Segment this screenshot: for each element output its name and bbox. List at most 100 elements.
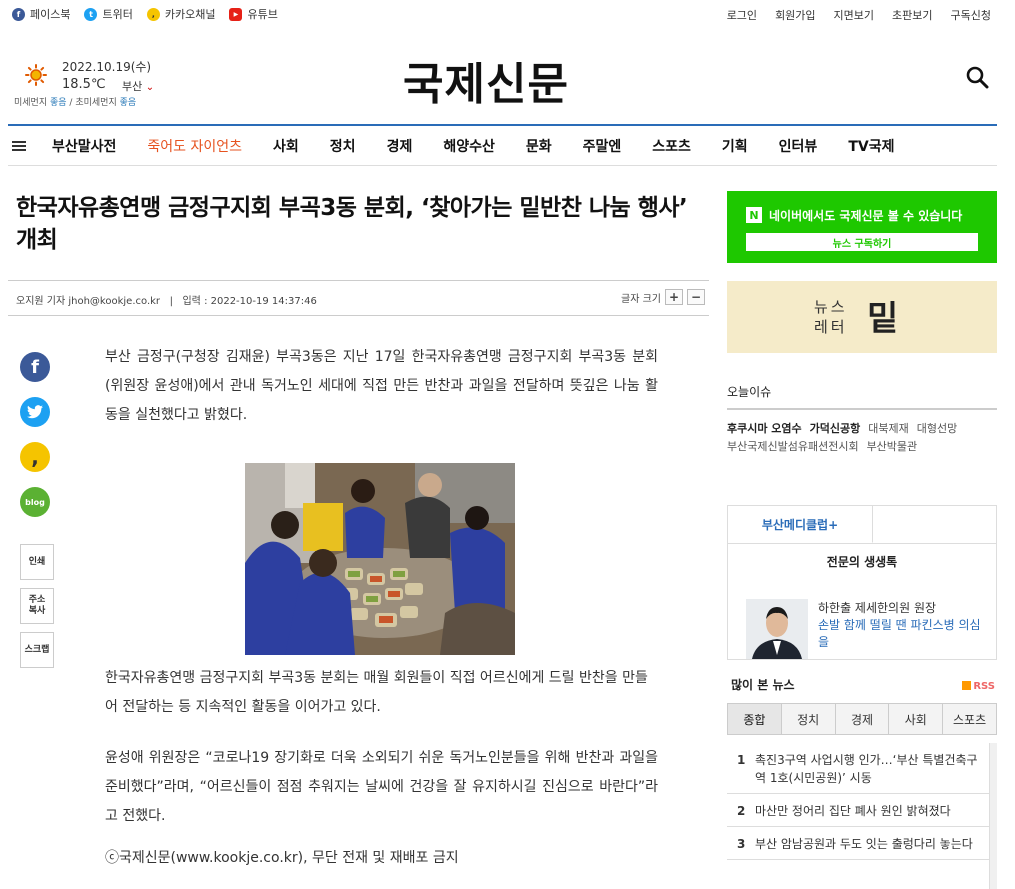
most-viewed-tabs: 종합 정치 경제 사회 스포츠 <box>727 703 997 735</box>
tab-all[interactable]: 종합 <box>728 704 782 734</box>
naver-icon: N <box>746 207 762 223</box>
main-nav: 부산말사전 죽어도 자이언츠 사회 정치 경제 해양수산 문화 주말엔 스포츠 … <box>8 126 997 166</box>
naver-subscribe-banner[interactable]: N 네이버에서도 국제신문 볼 수 있습니다 뉴스 구독하기 <box>727 191 997 263</box>
print-button[interactable]: 인쇄 <box>20 544 54 580</box>
rss-link[interactable]: RSS <box>962 681 995 692</box>
login-link[interactable]: 로그인 <box>727 7 757 23</box>
rank-number: 1 <box>737 753 746 767</box>
issue-tag[interactable]: 부산박물관 <box>867 440 918 453</box>
first-edition-link[interactable]: 초판보기 <box>892 7 932 23</box>
nav-item-politics[interactable]: 정치 <box>330 136 356 156</box>
dust-value: 좋음 <box>50 98 67 108</box>
list-scrollbar[interactable] <box>989 743 997 889</box>
account-links: 로그인 회원가입 지면보기 초판보기 구독신청 <box>727 7 991 23</box>
copyright-notice: ⓒ국제신문(www.kookje.co.kr), 무단 전재 및 재배포 금지 <box>105 850 459 866</box>
photo-illustration <box>245 463 515 655</box>
tab-sports[interactable]: 스포츠 <box>943 704 996 734</box>
issue-tag[interactable]: 대형선망 <box>917 422 957 435</box>
doctor-avatar-icon <box>746 599 808 659</box>
social-links: f 페이스북 t 트위터 , 카카오채널 ▶ 유튜브 <box>12 6 278 22</box>
list-item[interactable]: 2 마산만 정어리 집단 폐사 원인 밝혀졌다 <box>727 794 989 827</box>
rss-label: RSS <box>973 681 995 692</box>
today-issue-header: 오늘이슈 <box>727 383 997 410</box>
paper-view-link[interactable]: 지면보기 <box>834 7 874 23</box>
medi-heading: 전문의 생생톡 <box>728 543 996 570</box>
medi-article-link[interactable]: 손발 함께 떨릴 땐 파킨스병 의심을 <box>818 617 988 651</box>
facebook-link[interactable]: f 페이스북 <box>12 6 70 22</box>
top-bar: f 페이스북 t 트위터 , 카카오채널 ▶ 유튜브 로그인 회원가입 지면보기 초판보… <box>0 0 1015 28</box>
nav-item-giants[interactable]: 죽어도 자이언츠 <box>147 136 242 156</box>
nav-item-features[interactable]: 기획 <box>722 136 748 156</box>
nav-item-culture[interactable]: 문화 <box>526 136 552 156</box>
ultrafine-dust-label: 초미세먼지 <box>75 98 117 108</box>
youtube-label: 유튜브 <box>247 8 278 21</box>
kakao-share-icon[interactable]: , <box>20 442 50 472</box>
weather-city-select[interactable]: 부산 ⌄ <box>122 78 154 94</box>
list-item-title: 마산만 정어리 집단 폐사 원인 밝혀졌다 <box>755 804 951 818</box>
sun-icon <box>25 64 47 86</box>
nav-item-weekend[interactable]: 주말엔 <box>583 136 622 156</box>
twitter-link[interactable]: t 트위터 <box>84 6 133 22</box>
weather-widget: 2022.10.19(수) 18.5℃ 부산 ⌄ 미세먼지 좋음 / 초미세먼지… <box>14 55 214 115</box>
list-item[interactable]: 1 촉진3구역 사업시행 인가…‘부산 특별건축구역 1호(시민공원)’ 시동 <box>727 743 989 794</box>
reporter: 오지원 기자 jhoh@kookje.co.kr <box>16 296 161 307</box>
search-icon[interactable] <box>965 65 989 89</box>
most-viewed-list: 1 촉진3구역 사업시행 인가…‘부산 특별건축구역 1호(시민공원)’ 시동 2… <box>727 743 989 860</box>
weather-date: 2022.10.19(수) <box>62 60 152 74</box>
nav-item-tv[interactable]: TV국제 <box>848 136 894 156</box>
byline: 오지원 기자 jhoh@kookje.co.kr | 입력 : 2022-10-… <box>16 296 317 307</box>
facebook-icon: f <box>12 7 25 21</box>
today-issue-list: 후쿠시마 오염수 가덕신공항 대북제재 대형선망부산국제신발섬유패션전시회 부산박물관 <box>727 420 997 456</box>
font-size-control: 글자 크기 + − <box>621 289 705 305</box>
newsletter-brand: 밑 <box>867 299 899 339</box>
medi-club-tab[interactable]: 부산메디클럽+ <box>728 506 873 543</box>
most-viewed-title: 많이 본 뉴스 <box>731 678 795 692</box>
kakao-link[interactable]: , 카카오채널 <box>146 6 216 22</box>
blog-share-icon[interactable]: blog <box>20 487 50 517</box>
kakao-label: 카카오채널 <box>164 8 216 21</box>
doctor-photo[interactable] <box>746 599 808 659</box>
font-increase-button[interactable]: + <box>665 289 683 305</box>
newsletter-banner[interactable]: 뉴스 레터 밑 <box>727 281 997 353</box>
naver-subscribe-button[interactable]: 뉴스 구독하기 <box>746 233 978 251</box>
article-photo[interactable] <box>245 463 515 655</box>
scrap-button[interactable]: 스크랩 <box>20 632 54 668</box>
nav-item-interview[interactable]: 인터뷰 <box>779 136 818 156</box>
article-meta: 오지원 기자 jhoh@kookje.co.kr | 입력 : 2022-10-… <box>8 280 709 316</box>
naver-banner-text: 네이버에서도 국제신문 볼 수 있습니다 <box>769 209 963 223</box>
facebook-share-icon[interactable]: f <box>20 352 50 382</box>
article-paragraph-2: 한국자유총연맹 금정구지회 부곡3동 분회는 매월 회원들이 직접 어르신에게 … <box>105 670 648 715</box>
nav-item-economy[interactable]: 경제 <box>387 136 413 156</box>
most-viewed-box: 많이 본 뉴스 RSS 종합 정치 경제 사회 스포츠 1 촉진3구역 사업시행 … <box>727 663 997 889</box>
nav-item-busan-dictionary[interactable]: 부산말사전 <box>52 136 116 156</box>
issue-tag[interactable]: 가덕신공항 <box>810 422 861 435</box>
nav-item-sports[interactable]: 스포츠 <box>652 136 691 156</box>
article-title: 한국자유총연맹 금정구지회 부곡3동 분회, ‘찾아가는 밑반찬 나눔 행사’ … <box>16 195 688 253</box>
today-issue-title: 오늘이슈 <box>727 385 772 399</box>
rank-number: 2 <box>737 804 746 818</box>
tab-economy[interactable]: 경제 <box>835 704 890 734</box>
twitter-bird-icon <box>27 405 43 419</box>
copy-url-button[interactable]: 주소 복사 <box>20 588 54 624</box>
list-item[interactable]: 3 부산 암남공원과 두도 잇는 출렁다리 놓는다 <box>727 827 989 860</box>
font-decrease-button[interactable]: − <box>687 289 705 305</box>
subscribe-link[interactable]: 구독신청 <box>951 7 991 23</box>
newsletter-label: 뉴스 레터 <box>814 298 848 336</box>
menu-icon[interactable] <box>12 139 26 153</box>
site-logo[interactable]: 국제신문 <box>403 48 569 112</box>
nav-item-society[interactable]: 사회 <box>273 136 299 156</box>
chevron-down-icon: ⌄ <box>145 82 155 93</box>
tab-politics[interactable]: 정치 <box>781 704 836 734</box>
youtube-link[interactable]: ▶ 유튜브 <box>229 6 278 22</box>
issue-tag[interactable]: 부산국제신발섬유패션전시회 <box>727 440 859 453</box>
twitter-label: 트위터 <box>102 8 133 21</box>
twitter-share-icon[interactable] <box>20 397 50 427</box>
tab-society[interactable]: 사회 <box>889 704 944 734</box>
nav-item-marine[interactable]: 해양수산 <box>443 136 495 156</box>
signup-link[interactable]: 회원가입 <box>775 7 815 23</box>
issue-tag[interactable]: 후쿠시마 오염수 <box>727 422 802 435</box>
article-paragraph-3: 윤성애 위원장은 “코로나19 장기화로 더욱 소외되기 쉬운 독거노인분들을 … <box>105 750 658 824</box>
medi-club-box: 부산메디클럽+ 전문의 생생톡 하한출 제세한의원 원장 손발 함께 떨릴 땐 … <box>727 505 997 660</box>
dust-info: 미세먼지 좋음 / 초미세먼지 좋음 <box>14 98 137 108</box>
issue-tag[interactable]: 대북제재 <box>868 422 908 435</box>
